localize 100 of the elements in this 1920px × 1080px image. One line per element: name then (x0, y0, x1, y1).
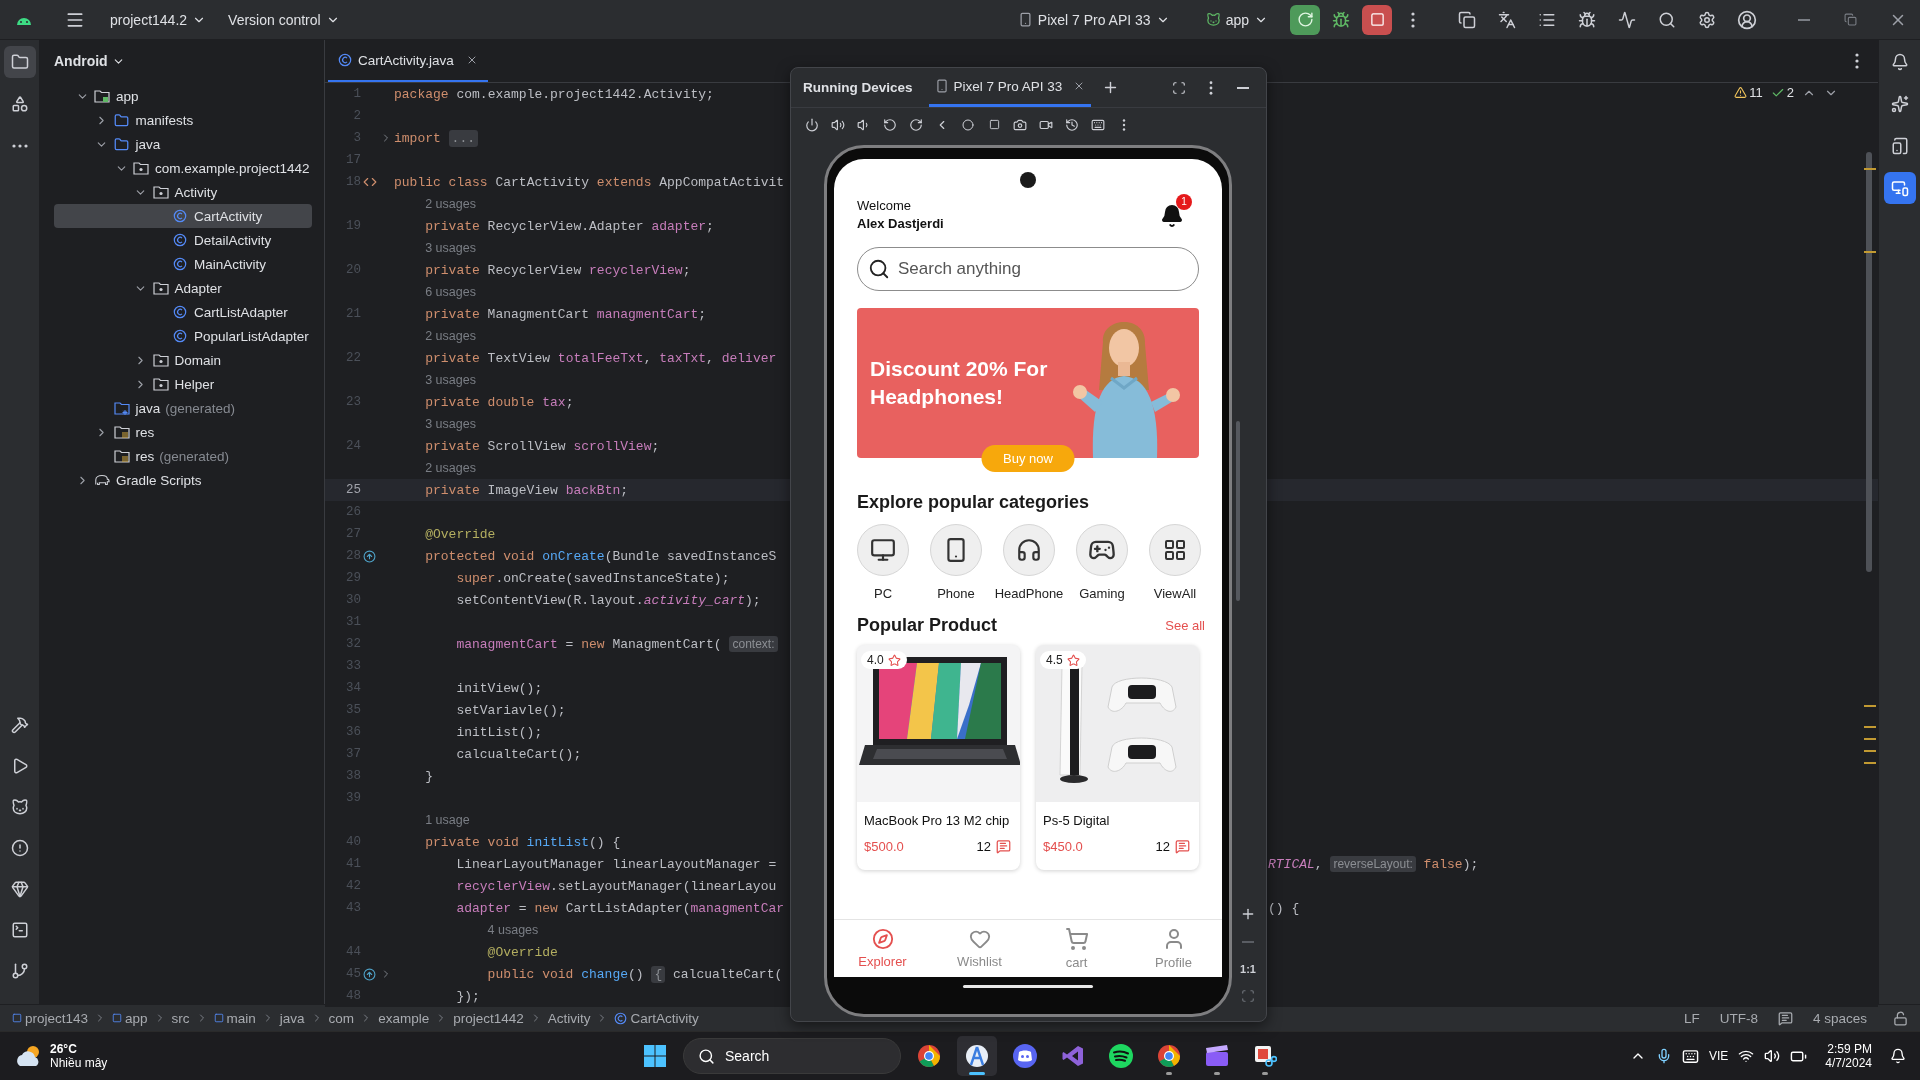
nav-tab[interactable]: Explorer (834, 920, 931, 977)
greeting: Welcome (857, 198, 912, 213)
code-line: () { (1268, 900, 1300, 916)
product-price: $500.0 (864, 839, 904, 854)
category-label: ViewAll (1153, 586, 1197, 601)
product-card[interactable]: 4.5 Ps-5 Digital $450.0 12 (1036, 645, 1199, 870)
code-line: @Override (487, 944, 558, 960)
code-line: private TextView totalFeeTxt, taxTxt, deliver (425, 350, 777, 366)
tree-item[interactable]: res (generated) (54, 444, 312, 468)
usage-hint[interactable]: 2 usages (425, 329, 476, 343)
usage-hint[interactable]: 3 usages (425, 417, 476, 431)
product-card[interactable]: 4.0 MacBook Pro 13 M2 chip $500.0 12 (857, 645, 1020, 870)
input-language[interactable]: VIE (1708, 1049, 1729, 1063)
breadcrumb[interactable]: CartActivity (614, 1010, 699, 1026)
tree-item[interactable]: Gradle Scripts (54, 468, 312, 492)
usage-hint[interactable]: 3 usages (425, 373, 476, 387)
search-field[interactable]: Search (683, 1038, 901, 1074)
nav-tab[interactable]: Wishlist (931, 920, 1028, 977)
tree-item[interactable]: java (54, 132, 312, 156)
usage-hint[interactable]: 2 usages (425, 197, 476, 211)
breadcrumb[interactable]: main (213, 1010, 256, 1026)
tree-item[interactable]: app (54, 84, 312, 108)
code-line: private RecyclerView.Adapter adapter; (425, 218, 714, 234)
code-line: initList(); (456, 724, 543, 740)
clock-time[interactable]: 2:59 PM (1825, 1042, 1872, 1056)
tree-item[interactable]: Helper (54, 372, 312, 396)
tree-item-suffix: (generated) (159, 448, 230, 464)
code-line: LinearLayoutManager linearLayoutManager = (456, 856, 777, 872)
code-line: calcualteCart(); (456, 746, 582, 762)
category-label: Gaming (1079, 586, 1125, 601)
breadcrumb[interactable]: com (328, 1010, 355, 1026)
usage-hint[interactable]: 1 usage (425, 813, 470, 827)
check-count[interactable]: 2 (1770, 85, 1794, 100)
device-tab[interactable]: Pixel 7 Pro API 33 (928, 68, 1092, 107)
view-dropdown[interactable]: Android (50, 44, 129, 78)
breadcrumb[interactable]: src (171, 1010, 190, 1026)
code-line: recyclerView.setLayoutManager(linearLayou (456, 878, 777, 894)
tree-item[interactable]: java (generated) (54, 396, 312, 420)
search-field[interactable]: Search anything (857, 247, 1199, 291)
breadcrumb[interactable]: Activity (547, 1010, 591, 1026)
user-name: Alex Dastjerdi (857, 216, 944, 231)
code-line: initView(); (456, 680, 543, 696)
code-line: private ManagmentCart managmentCart; (425, 306, 707, 322)
warning-count[interactable]: 11 (1734, 85, 1763, 100)
tree-item[interactable]: CartActivity (54, 204, 312, 228)
section-title: Popular Product (857, 614, 997, 636)
category-label: Phone (937, 586, 975, 601)
usage-hint[interactable]: 4 usages (487, 923, 539, 937)
tree-item[interactable]: PopularListAdapter (54, 324, 312, 348)
breadcrumb[interactable]: project1442 (453, 1010, 524, 1026)
code-line: setContentView(R.layout.activity_cart); (456, 592, 761, 608)
vcs-dropdown[interactable]: Version control (220, 4, 348, 35)
code-line: private ScrollView scrollView; (425, 438, 660, 454)
nav-tab[interactable]: Profile (1125, 920, 1222, 977)
code-line: private RecyclerView recyclerView; (425, 262, 691, 278)
product-title: Ps-5 Digital (1043, 813, 1111, 828)
tree-item[interactable]: CartListAdapter (54, 300, 312, 324)
tree-item[interactable]: Domain (54, 348, 312, 372)
code-line: setVariavle(); (456, 702, 566, 718)
banner-headline: Discount 20% For Headphones! (870, 356, 1049, 410)
category-label: PC (873, 586, 893, 601)
product-price: $450.0 (1043, 839, 1083, 854)
indent-setting[interactable]: 4 spaces (1812, 1010, 1867, 1026)
code-line: package com.example.project1442.Activity; (394, 86, 714, 102)
breadcrumb[interactable]: java (279, 1010, 305, 1026)
temperature: 26°C (50, 1042, 78, 1056)
tree-item[interactable]: MainActivity (54, 252, 312, 276)
code-line: import ... (394, 130, 478, 146)
tree-item[interactable]: Activity (54, 180, 312, 204)
code-line: private ImageView backBtn; (425, 482, 629, 498)
see-all-link[interactable]: See all (1165, 617, 1205, 633)
category-label: HeadPhone (994, 586, 1064, 601)
tree-item[interactable]: DetailActivity (54, 228, 312, 252)
line-number: 25 (346, 483, 361, 497)
code-line: @Override (425, 526, 496, 542)
review-count: 12 (976, 839, 991, 854)
code-line: adapter = new CartListAdapter(managmentCar (456, 900, 785, 916)
rating-badge: 4.5 (1040, 651, 1086, 669)
code-line: } (425, 768, 433, 784)
tree-item[interactable]: com.example.project1442 (54, 156, 312, 180)
editor-tab[interactable]: CartActivity.java (328, 40, 488, 82)
tree-item[interactable]: Adapter (54, 276, 312, 300)
usage-hint[interactable]: 6 usages (425, 285, 476, 299)
usage-hint[interactable]: 3 usages (425, 241, 476, 255)
code-line: RTICAL, reverseLayout: false); (1268, 856, 1479, 872)
breadcrumb[interactable]: app (112, 1010, 148, 1026)
project-dropdown[interactable]: project144.2 (102, 4, 215, 35)
tree-item[interactable]: manifests (54, 108, 312, 132)
nav-tab[interactable]: cart (1028, 920, 1125, 977)
line-separator[interactable]: LF (1683, 1010, 1700, 1026)
device-dropdown[interactable]: Pixel 7 Pro API 33 (1009, 4, 1178, 35)
breadcrumb[interactable]: project143 (12, 1010, 89, 1026)
run-config-dropdown[interactable]: app (1197, 4, 1276, 35)
breadcrumb[interactable]: example (378, 1010, 430, 1026)
weather-text: Nhiều mây (50, 1056, 108, 1070)
actual-size-button[interactable]: 1:1 (1240, 957, 1256, 981)
clock-date[interactable]: 4/7/2024 (1825, 1056, 1872, 1070)
usage-hint[interactable]: 2 usages (425, 461, 476, 475)
file-encoding[interactable]: UTF-8 (1719, 1010, 1758, 1026)
tree-item[interactable]: res (54, 420, 312, 444)
